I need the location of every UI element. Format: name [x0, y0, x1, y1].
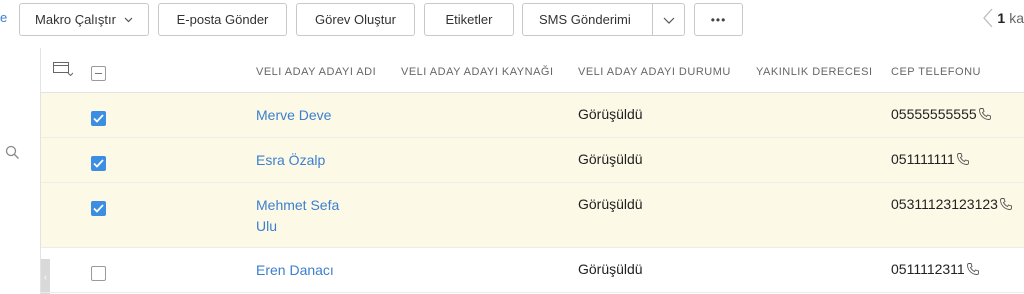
col-header-source[interactable]: VELI ADAY ADAYI KAYNAĞI: [401, 66, 554, 78]
record-name-line: Mehmet Sefa: [256, 197, 340, 213]
phone-icon[interactable]: [978, 107, 992, 121]
run-macro-button[interactable]: Makro Çalıştır: [19, 3, 149, 36]
toolbar: e Makro Çalıştır E-posta Gönder Görev Ol…: [0, 0, 1024, 48]
col-header-name[interactable]: VELI ADAY ADAYI ADI: [256, 66, 376, 78]
select-all-checkbox[interactable]: [91, 66, 106, 81]
create-task-label: Görev Oluştur: [315, 12, 396, 27]
phone-icon[interactable]: [966, 262, 980, 276]
sms-split-button: SMS Gönderimi: [522, 3, 685, 36]
chevron-down-icon: [124, 17, 133, 22]
phone-number[interactable]: 05311123123123: [891, 196, 998, 212]
clipped-link[interactable]: e: [0, 10, 7, 25]
phone-number[interactable]: 051111111: [891, 151, 955, 167]
phone-number[interactable]: 0511112311: [891, 261, 965, 277]
col-header-phone[interactable]: CEP TELEFONU: [891, 66, 981, 78]
record-name-link[interactable]: Mehmet Sefa Ulu: [256, 195, 339, 237]
table-row[interactable]: Esra Özalp Görüşüldü 051111111: [41, 138, 1024, 183]
list-view: e Makro Çalıştır E-posta Gönder Görev Ol…: [0, 0, 1024, 294]
sms-send-button[interactable]: SMS Gönderimi: [539, 12, 631, 27]
status-cell: Görüşüldü: [578, 196, 643, 212]
record-name-line: Ulu: [256, 218, 278, 234]
checkmark-icon: [93, 204, 104, 213]
send-email-button[interactable]: E-posta Gönder: [158, 3, 287, 36]
phone-cell: 051111111: [891, 151, 970, 167]
record-name-link[interactable]: Eren Danacı: [256, 260, 334, 281]
status-cell: Görüşüldü: [578, 261, 643, 277]
status-cell: Görüşüldü: [578, 106, 643, 122]
row-checkbox[interactable]: [91, 266, 106, 281]
phone-number[interactable]: 05555555555: [891, 106, 977, 122]
phone-icon[interactable]: [956, 152, 970, 166]
phone-cell: 05311123123123: [891, 196, 1013, 212]
table-header: VELI ADAY ADAYI ADI VELI ADAY ADAYI KAYN…: [41, 48, 1024, 93]
left-rail: [0, 48, 41, 294]
current-page: 1: [997, 10, 1006, 26]
table-row[interactable]: Mehmet Sefa Ulu Görüşüldü 05311123123123: [41, 183, 1024, 248]
row-checkbox[interactable]: [91, 201, 106, 216]
page-range-text: ka: [1009, 10, 1024, 26]
phone-cell: 05555555555: [891, 106, 992, 122]
search-icon[interactable]: [5, 145, 20, 160]
send-email-label: E-posta Gönder: [176, 12, 269, 27]
chevron-down-icon[interactable]: [663, 17, 675, 24]
checkmark-icon: [93, 114, 104, 123]
table-row[interactable]: Merve Deve Görüşüldü 05555555555: [41, 93, 1024, 138]
more-actions-button[interactable]: •••: [694, 3, 743, 36]
col-header-status[interactable]: VELI ADAY ADAYI DURUMU: [578, 66, 731, 78]
tags-button[interactable]: Etiketler: [424, 3, 514, 36]
checkmark-icon: [93, 159, 104, 168]
tags-label: Etiketler: [445, 12, 493, 27]
row-checkbox[interactable]: [91, 111, 106, 126]
table-row[interactable]: Eren Danacı Görüşüldü 0511112311: [41, 248, 1024, 293]
pagination: 1 ka: [983, 8, 1024, 28]
record-name-link[interactable]: Esra Özalp: [256, 150, 325, 171]
create-task-button[interactable]: Görev Oluştur: [296, 3, 415, 36]
run-macro-label: Makro Çalıştır: [35, 12, 116, 27]
phone-cell: 0511112311: [891, 261, 980, 277]
row-checkbox[interactable]: [91, 156, 106, 171]
chevron-left-icon[interactable]: [983, 8, 993, 28]
phone-icon[interactable]: [999, 197, 1013, 211]
records-table: VELI ADAY ADAYI ADI VELI ADAY ADAYI KAYN…: [41, 48, 1024, 293]
split-divider: [652, 4, 653, 35]
record-name-link[interactable]: Merve Deve: [256, 105, 331, 126]
col-header-closeness[interactable]: YAKINLIK DERECESI: [756, 66, 873, 78]
more-dots-icon: •••: [710, 12, 727, 27]
status-cell: Görüşüldü: [578, 151, 643, 167]
column-picker-icon[interactable]: [53, 62, 73, 76]
